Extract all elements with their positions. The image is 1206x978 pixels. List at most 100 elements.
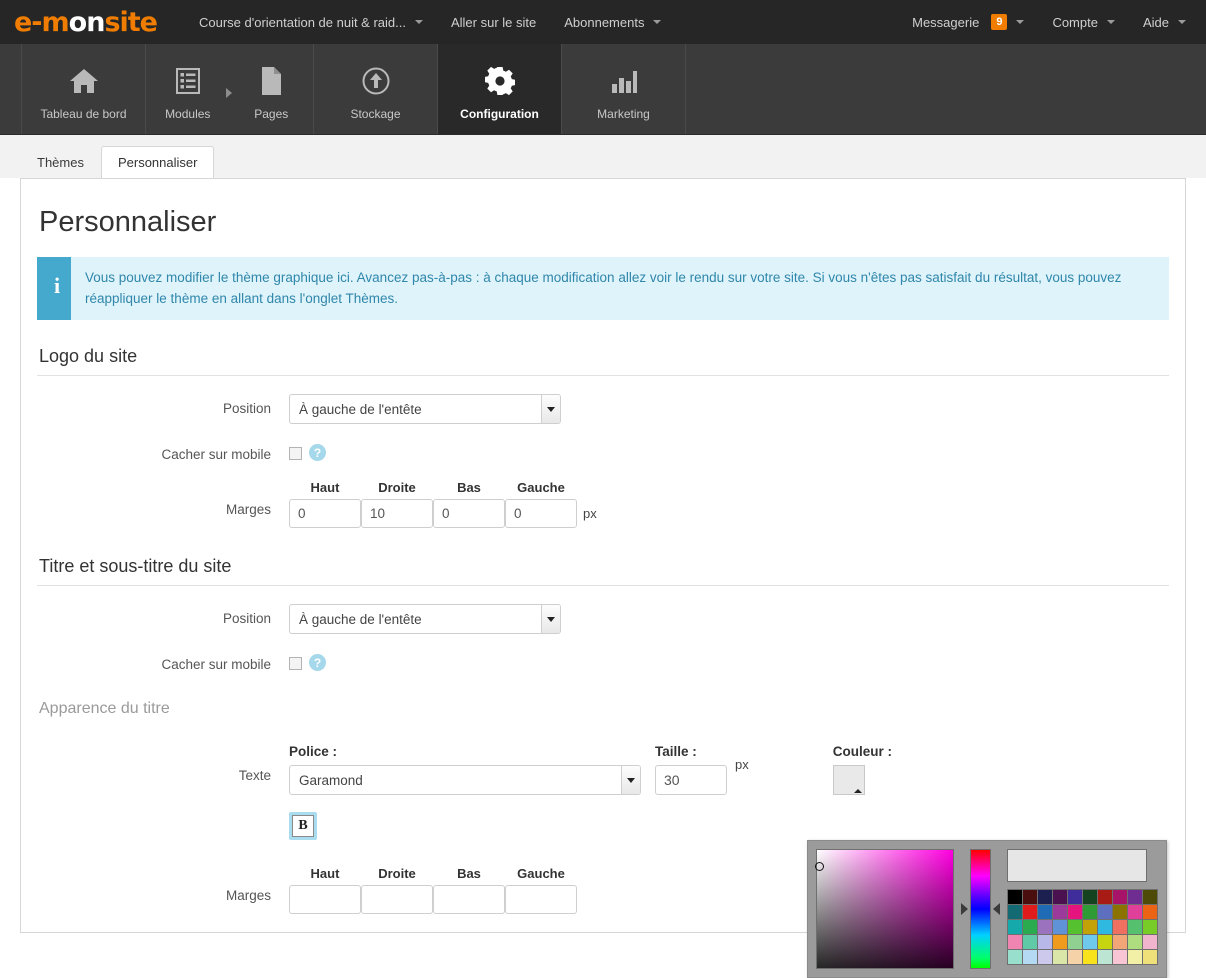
chevron-down-icon[interactable] [541,605,560,633]
palette-swatch-48[interactable] [1128,950,1142,964]
checkbox-logo-hide-mobile[interactable] [289,447,302,460]
topnav-messagerie[interactable]: Messagerie 9 [898,14,1038,30]
nav-item-marketing[interactable]: Marketing [562,44,686,134]
input-taille[interactable] [655,765,727,795]
palette-swatch-37[interactable] [1113,935,1127,949]
palette-swatch-29[interactable] [1143,920,1157,934]
label-logo-margins: Marges [225,502,271,517]
nav-item-pages[interactable]: Pages [230,44,314,134]
help-icon[interactable]: ? [309,654,326,671]
bold-button[interactable]: B [292,815,314,837]
palette-swatch-1[interactable] [1023,890,1037,904]
palette-swatch-26[interactable] [1098,920,1112,934]
palette-swatch-6[interactable] [1098,890,1112,904]
palette-swatch-10[interactable] [1008,905,1022,919]
topnav-visit-site[interactable]: Aller sur le site [437,15,550,30]
topnav-subscriptions[interactable]: Abonnements [550,15,675,30]
palette-swatch-21[interactable] [1023,920,1037,934]
margin-header-gauche: Gauche [517,480,565,495]
color-picker-saturation-area[interactable] [815,849,954,969]
margin-header-haut: Haut [310,480,340,495]
palette-swatch-33[interactable] [1053,935,1067,949]
palette-swatch-15[interactable] [1083,905,1097,919]
palette-swatch-13[interactable] [1053,905,1067,919]
bold-button-wrap[interactable]: B [289,812,317,840]
input-logo-margin-haut[interactable] [289,499,361,528]
nav-item-stockage[interactable]: Stockage [314,44,438,134]
topnav-aide[interactable]: Aide [1129,15,1200,30]
palette-swatch-45[interactable] [1083,950,1097,964]
palette-swatch-9[interactable] [1143,890,1157,904]
palette-swatch-14[interactable] [1068,905,1082,919]
color-picker-hue-slider[interactable] [970,849,991,969]
nav-item-tableau-de-bord[interactable]: Tableau de bord [22,44,146,134]
input-title-margin-droite[interactable] [361,885,433,914]
nav-item-modules[interactable]: Modules [146,44,230,134]
nav-item-configuration[interactable]: Configuration [438,44,562,134]
chevron-down-icon[interactable] [541,395,560,423]
input-logo-margin-gauche[interactable] [505,499,577,528]
palette-swatch-39[interactable] [1143,935,1157,949]
palette-swatch-25[interactable] [1083,920,1097,934]
palette-swatch-41[interactable] [1023,950,1037,964]
palette-swatch-30[interactable] [1008,935,1022,949]
palette-swatch-28[interactable] [1128,920,1142,934]
palette-swatch-4[interactable] [1068,890,1082,904]
palette-swatch-8[interactable] [1128,890,1142,904]
chevron-down-icon[interactable] [621,766,640,794]
topnav-site-selector[interactable]: Course d'orientation de nuit & raid... [185,15,437,30]
palette-swatch-49[interactable] [1143,950,1157,964]
color-picker-palette[interactable] [1007,889,1158,965]
palette-swatch-20[interactable] [1008,920,1022,934]
palette-swatch-36[interactable] [1098,935,1112,949]
palette-swatch-42[interactable] [1038,950,1052,964]
palette-swatch-19[interactable] [1143,905,1157,919]
input-title-margin-gauche[interactable] [505,885,577,914]
help-icon[interactable]: ? [309,444,326,461]
palette-swatch-34[interactable] [1068,935,1082,949]
checkbox-title-hide-mobile[interactable] [289,657,302,670]
palette-swatch-40[interactable] [1008,950,1022,964]
topnav-compte[interactable]: Compte [1038,15,1129,30]
nav-label-configuration: Configuration [460,106,539,121]
palette-swatch-7[interactable] [1113,890,1127,904]
palette-swatch-2[interactable] [1038,890,1052,904]
palette-swatch-27[interactable] [1113,920,1127,934]
palette-swatch-32[interactable] [1038,935,1052,949]
palette-swatch-3[interactable] [1053,890,1067,904]
palette-swatch-5[interactable] [1083,890,1097,904]
input-logo-margin-droite[interactable] [361,499,433,528]
palette-swatch-16[interactable] [1098,905,1112,919]
input-title-margin-bas[interactable] [433,885,505,914]
logo-emonsite[interactable]: e-monsite [14,7,158,38]
palette-swatch-23[interactable] [1053,920,1067,934]
color-picker-popup[interactable] [807,840,1167,978]
palette-swatch-31[interactable] [1023,935,1037,949]
select-logo-position[interactable]: À gauche de l'entête [289,394,561,424]
palette-swatch-46[interactable] [1098,950,1112,964]
color-picker-cursor[interactable] [815,862,824,871]
tab-themes[interactable]: Thèmes [20,146,101,179]
palette-swatch-17[interactable] [1113,905,1127,919]
palette-swatch-43[interactable] [1053,950,1067,964]
palette-swatch-0[interactable] [1008,890,1022,904]
palette-swatch-38[interactable] [1128,935,1142,949]
palette-swatch-12[interactable] [1038,905,1052,919]
input-logo-margin-bas[interactable] [433,499,505,528]
nav-label-modules: Modules [165,106,211,121]
color-swatch-button[interactable] [832,765,865,795]
palette-swatch-35[interactable] [1083,935,1097,949]
palette-swatch-47[interactable] [1113,950,1127,964]
input-title-margin-haut[interactable] [289,885,361,914]
nav-group-modules-pages: Modules Pages [146,44,314,134]
palette-swatch-44[interactable] [1068,950,1082,964]
palette-swatch-24[interactable] [1068,920,1082,934]
palette-swatch-22[interactable] [1038,920,1052,934]
palette-swatch-11[interactable] [1023,905,1037,919]
select-police[interactable]: Garamond [289,765,641,795]
palette-swatch-18[interactable] [1128,905,1142,919]
label-title-margins: Marges [225,888,271,903]
select-title-position[interactable]: À gauche de l'entête [289,604,561,634]
nav-label-pages: Pages [254,106,289,121]
tab-personnaliser[interactable]: Personnaliser [100,146,215,179]
